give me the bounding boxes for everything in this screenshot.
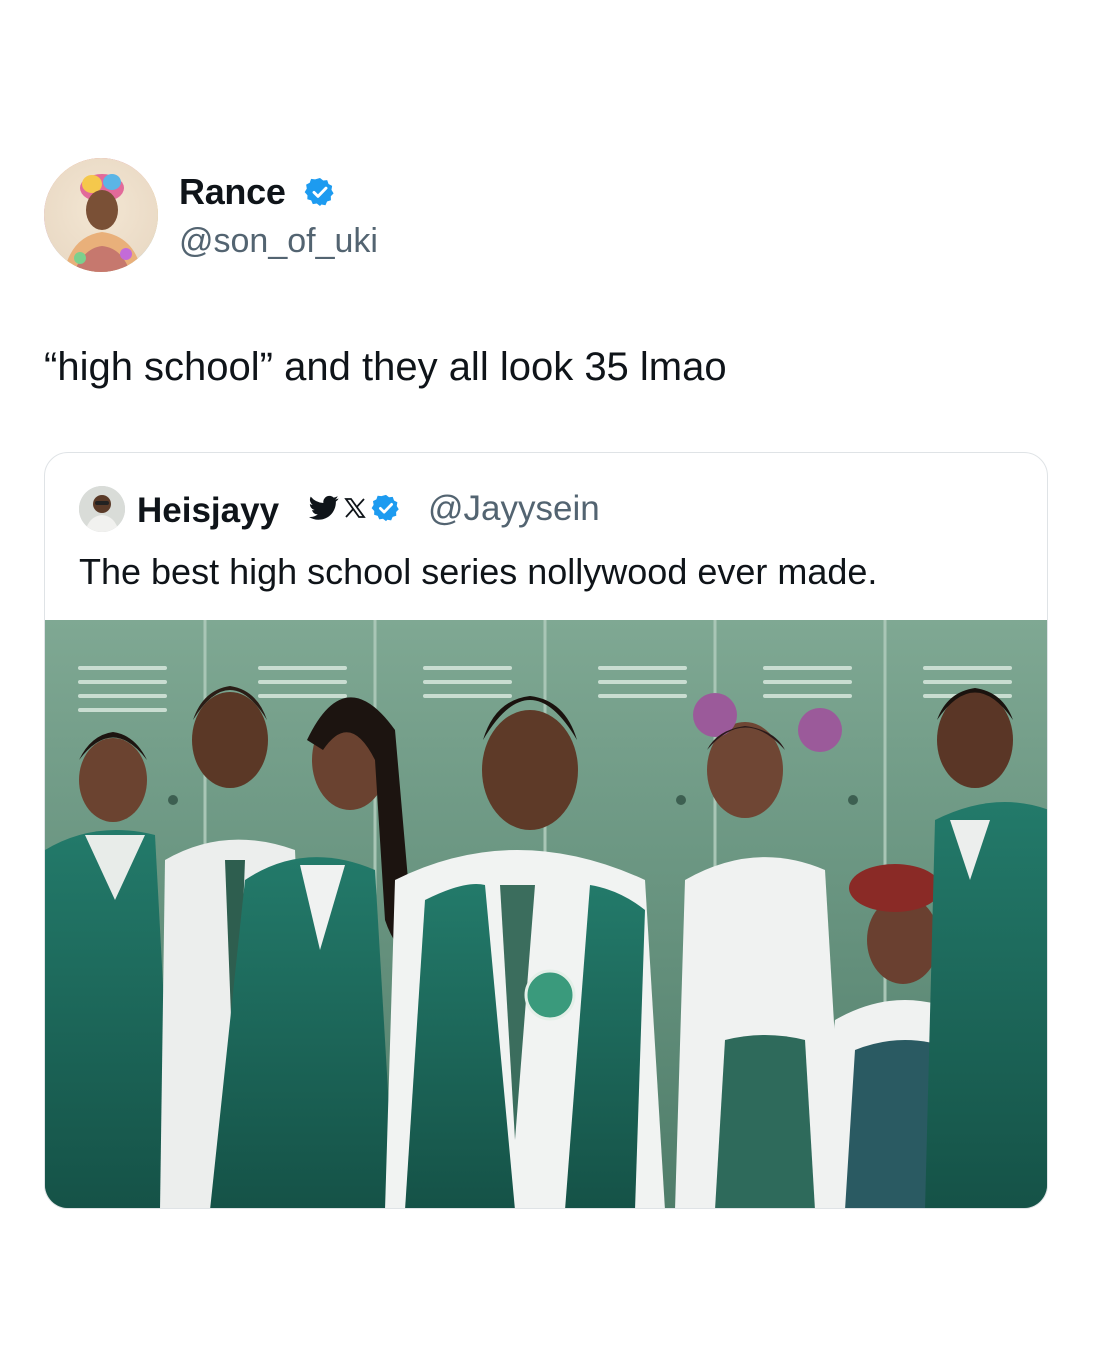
quoted-author-avatar[interactable] [79,486,125,532]
verified-badge-icon [371,494,399,522]
twitter-bird-icon [309,495,339,520]
author-handle[interactable]: @son_of_uki [179,222,378,261]
quoted-avatar-image [79,486,125,532]
x-logo-icon [344,498,366,518]
quoted-tweet-text: The best high school series nollywood ev… [79,551,878,592]
author-name[interactable]: Rance [179,171,286,213]
quoted-tweet-card[interactable]: Heisjayy @Jayysein The best high school … [44,452,1048,1209]
author-avatar[interactable] [44,158,158,272]
avatar-image [44,158,158,272]
students-photo-image [45,620,1047,1208]
verified-badge-icon [304,178,334,206]
tweet-text: “high school” and they all look 35 lmao [44,345,727,389]
quoted-author-icons [309,493,401,523]
quoted-tweet-photo[interactable] [45,620,1047,1208]
quoted-author-handle[interactable]: @Jayysein [428,489,600,529]
quoted-author-name[interactable]: Heisjayy [137,491,279,531]
